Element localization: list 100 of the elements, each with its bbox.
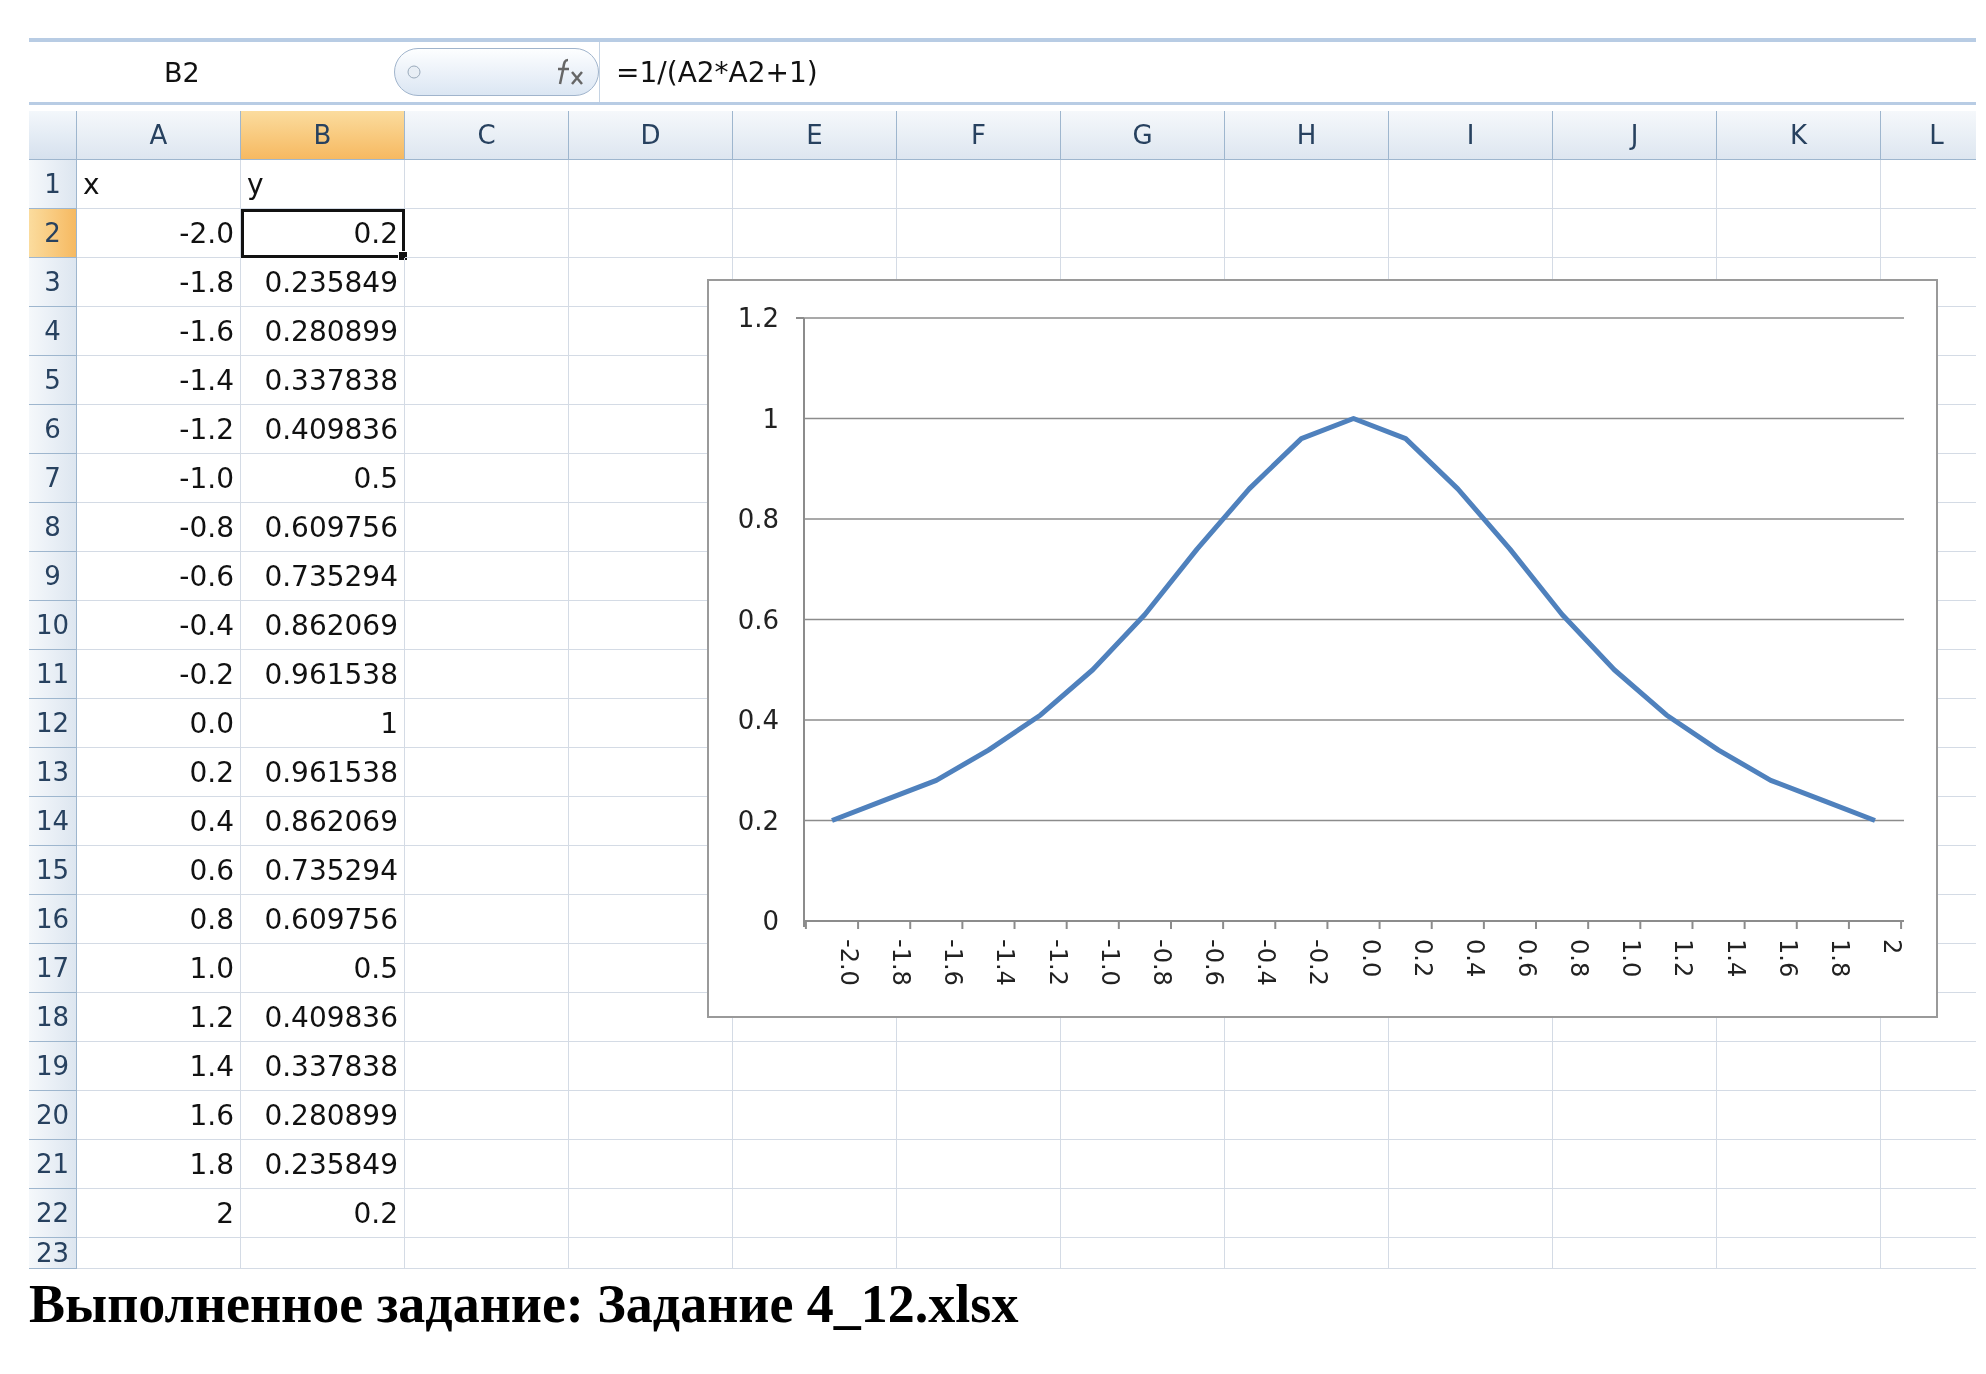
row-header[interactable]: 23 (29, 1238, 77, 1269)
row-header[interactable]: 2 (29, 209, 77, 258)
axis-tick-label: 0.4 (1460, 939, 1489, 978)
axis-tick-label: -0.2 (1304, 939, 1333, 986)
row-header[interactable]: 14 (29, 797, 77, 846)
table-cell: 0.609756 (241, 895, 405, 944)
axis-tick-label: 1.4 (1721, 939, 1750, 978)
column-header[interactable]: E (733, 111, 897, 160)
axis-tick-label: 1.2 (737, 303, 779, 333)
row-header[interactable]: 22 (29, 1189, 77, 1238)
table-cell: 0.4 (77, 797, 241, 846)
row-header[interactable]: 20 (29, 1091, 77, 1140)
table-cell: 0.280899 (241, 307, 405, 356)
column-header[interactable]: B (241, 111, 405, 160)
row-header[interactable]: 18 (29, 993, 77, 1042)
row-header[interactable]: 9 (29, 552, 77, 601)
table-cell: 0.2 (241, 209, 405, 258)
row-header[interactable]: 1 (29, 160, 77, 209)
row-header[interactable]: 8 (29, 503, 77, 552)
table-cell: 0.961538 (241, 748, 405, 797)
column-header[interactable]: L (1881, 111, 1976, 160)
table-cell: 2 (77, 1189, 241, 1238)
table-cell: 1.4 (77, 1042, 241, 1091)
name-box[interactable]: B2 (29, 56, 394, 88)
table-cell: -1.2 (77, 405, 241, 454)
caption: Выполненное задание: Задание 4_12.xlsx (29, 1273, 1020, 1335)
column-header[interactable]: C (405, 111, 569, 160)
table-cell: 0.0 (77, 699, 241, 748)
table-cell: 0.337838 (241, 1042, 405, 1091)
row-header[interactable]: 13 (29, 748, 77, 797)
row-header[interactable]: 17 (29, 944, 77, 993)
column-header[interactable]: I (1389, 111, 1553, 160)
axis-tick-label: 0.6 (737, 604, 779, 635)
circle-icon (407, 65, 421, 79)
column-header[interactable]: F (897, 111, 1061, 160)
axis-tick-label: 1.2 (1669, 939, 1698, 978)
axis-tick-label: 0.4 (737, 705, 779, 735)
table-cell: 0.235849 (241, 1140, 405, 1189)
table-cell: 0.235849 (241, 258, 405, 307)
column-header[interactable]: J (1553, 111, 1717, 160)
column-header[interactable]: K (1717, 111, 1881, 160)
table-cell: -2.0 (77, 209, 241, 258)
table-cell: 0.337838 (241, 356, 405, 405)
axis-tick-label: -1.6 (939, 939, 968, 986)
table-cell: 1.6 (77, 1091, 241, 1140)
column-header[interactable]: H (1225, 111, 1389, 160)
axis-tick-label: 1 (762, 403, 779, 434)
row-header[interactable]: 15 (29, 846, 77, 895)
axis-tick-label: -1.2 (1043, 939, 1072, 986)
axis-tick-label: 0.2 (1408, 939, 1437, 978)
table-cell: 0.5 (241, 454, 405, 503)
column-header[interactable]: G (1061, 111, 1225, 160)
axis-tick-label: 1.8 (1825, 939, 1854, 978)
table-cell: 1.2 (77, 993, 241, 1042)
row-header[interactable]: 7 (29, 454, 77, 503)
row-header[interactable]: 12 (29, 699, 77, 748)
axis-tick-label: -1.4 (991, 939, 1020, 986)
row-header[interactable]: 19 (29, 1042, 77, 1091)
table-cell: 0.2 (241, 1189, 405, 1238)
table-cell: 0.862069 (241, 797, 405, 846)
row-header[interactable]: 3 (29, 258, 77, 307)
table-cell: 1 (241, 699, 405, 748)
row-header[interactable]: 16 (29, 895, 77, 944)
table-cell: 0.735294 (241, 552, 405, 601)
table-cell: -0.4 (77, 601, 241, 650)
table-cell: 0.8 (77, 895, 241, 944)
table-cell: 0.280899 (241, 1091, 405, 1140)
axis-tick-label: 1.0 (1617, 939, 1646, 978)
table-cell: 0.961538 (241, 650, 405, 699)
table-cell: 0.735294 (241, 846, 405, 895)
table-cell: -0.6 (77, 552, 241, 601)
table-cell: 1.0 (77, 944, 241, 993)
axis-tick-label: -0.8 (1147, 939, 1176, 986)
row-header[interactable]: 6 (29, 405, 77, 454)
table-cell: -1.4 (77, 356, 241, 405)
column-header[interactable]: A (77, 111, 241, 160)
table-cell: 0.5 (241, 944, 405, 993)
row-header[interactable]: 21 (29, 1140, 77, 1189)
table-cell: 0.409836 (241, 993, 405, 1042)
table-cell: x (77, 160, 241, 209)
table-cell: 0.409836 (241, 405, 405, 454)
row-header[interactable]: 10 (29, 601, 77, 650)
row-header[interactable]: 11 (29, 650, 77, 699)
axis-tick-label: -1.8 (887, 939, 916, 986)
fill-handle[interactable] (398, 251, 408, 261)
axis-tick-label: -2.0 (835, 939, 863, 986)
axis-tick-label: 0.0 (1356, 939, 1385, 978)
axis-tick-label: 1.6 (1773, 939, 1802, 978)
table-cell: 0.2 (77, 748, 241, 797)
table-cell: -1.0 (77, 454, 241, 503)
formula-field[interactable]: =1/(A2*A2+1) (599, 42, 818, 102)
axis-tick-label: 0.6 (1512, 939, 1541, 978)
table-cell: 0.862069 (241, 601, 405, 650)
axis-tick-label: 0.2 (737, 805, 779, 836)
table-cell: -0.2 (77, 650, 241, 699)
table-cell: -1.6 (77, 307, 241, 356)
column-header[interactable]: D (569, 111, 733, 160)
table-cell: 0.609756 (241, 503, 405, 552)
row-header[interactable]: 4 (29, 307, 77, 356)
row-header[interactable]: 5 (29, 356, 77, 405)
